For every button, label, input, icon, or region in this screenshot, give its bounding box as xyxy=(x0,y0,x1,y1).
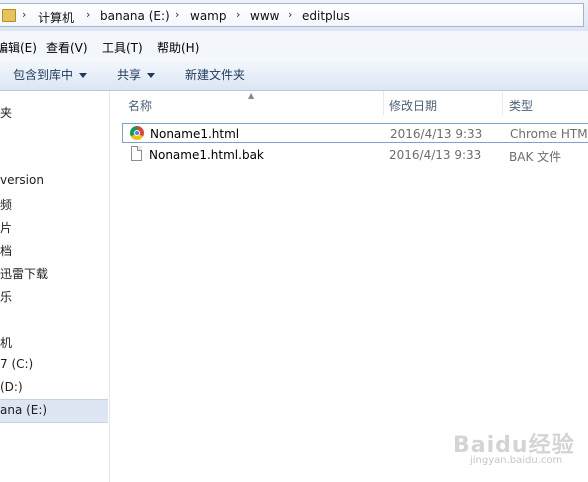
include-in-library-label: 包含到库中 xyxy=(13,68,74,82)
share-button[interactable]: 共享 xyxy=(117,66,156,83)
breadcrumb-wamp[interactable]: wamp xyxy=(190,9,226,23)
file-date: 2016/4/13 9:33 xyxy=(389,148,482,162)
nav-item-music[interactable]: 乐 xyxy=(0,288,12,305)
menu-bar: 编辑(E) 查看(V) 工具(T) 帮助(H) xyxy=(0,31,588,59)
nav-item-documents[interactable]: 档 xyxy=(0,242,12,259)
nav-item-drive-d[interactable]: (D:) xyxy=(0,380,23,394)
column-divider[interactable] xyxy=(502,91,503,115)
file-name: Noname1.html.bak xyxy=(149,148,264,162)
nav-item-pictures[interactable]: 片 xyxy=(0,219,12,236)
breadcrumb-computer[interactable]: 计算机 xyxy=(38,9,74,26)
file-name: Noname1.html xyxy=(150,127,240,141)
nav-item-favorites[interactable]: 夹 xyxy=(0,104,12,121)
nav-item-computer[interactable]: 机 xyxy=(0,334,12,351)
file-icon xyxy=(131,146,142,161)
file-row-noname1-html-bak[interactable]: Noname1.html.bak 2016/4/13 9:33 BAK 文件 xyxy=(122,145,588,165)
menu-tools[interactable]: 工具(T) xyxy=(102,39,143,56)
new-folder-button[interactable]: 新建文件夹 xyxy=(185,66,245,83)
chrome-icon xyxy=(130,126,144,140)
chevron-right-icon[interactable]: › xyxy=(236,8,240,21)
dropdown-arrow-icon xyxy=(79,73,88,78)
breadcrumb[interactable]: › 计算机 › banana (E:) › wamp › www › editp… xyxy=(0,3,584,27)
column-name[interactable]: 名称 xyxy=(128,97,152,114)
chevron-right-icon[interactable]: › xyxy=(22,8,26,21)
dropdown-arrow-icon xyxy=(147,73,156,78)
folder-icon xyxy=(2,9,16,22)
chevron-right-icon[interactable]: › xyxy=(175,8,179,21)
menu-edit[interactable]: 编辑(E) xyxy=(0,39,37,56)
chevron-right-icon[interactable]: › xyxy=(86,8,90,21)
file-type: Chrome HTML xyxy=(510,127,588,141)
breadcrumb-www[interactable]: www xyxy=(250,9,279,23)
navigation-pane: 夹 version 频 片 档 迅雷下载 乐 机 7 (C:) (D:) ana… xyxy=(0,91,110,482)
command-bar: 包含到库中 共享 新建文件夹 xyxy=(0,58,588,91)
menu-view[interactable]: 查看(V) xyxy=(46,39,88,56)
column-type[interactable]: 类型 xyxy=(509,97,533,114)
nav-item-drive-e[interactable]: ana (E:) xyxy=(0,403,47,417)
column-divider[interactable] xyxy=(383,91,384,115)
nav-item-videos[interactable]: 频 xyxy=(0,196,12,213)
file-type: BAK 文件 xyxy=(509,150,562,164)
sort-ascending-icon: ▲ xyxy=(248,91,255,100)
column-date-modified[interactable]: 修改日期 xyxy=(389,97,437,114)
column-header: ▲ 名称 修改日期 类型 xyxy=(110,91,588,116)
nav-item-version[interactable]: version xyxy=(0,173,44,187)
nav-item-drive-c[interactable]: 7 (C:) xyxy=(0,357,33,371)
file-row-noname1-html[interactable]: Noname1.html 2016/4/13 9:33 Chrome HTML xyxy=(122,123,588,143)
breadcrumb-editplus[interactable]: editplus xyxy=(302,9,350,23)
nav-item-thunder-downloads[interactable]: 迅雷下载 xyxy=(0,265,48,282)
menu-help[interactable]: 帮助(H) xyxy=(157,39,199,56)
baidu-watermark-url: jingyan.baidu.com xyxy=(470,455,563,466)
chevron-right-icon[interactable]: › xyxy=(288,8,292,21)
share-label: 共享 xyxy=(117,68,142,82)
address-bar: › 计算机 › banana (E:) › wamp › www › editp… xyxy=(0,0,588,32)
breadcrumb-banana-drive[interactable]: banana (E:) xyxy=(100,9,170,23)
include-in-library-button[interactable]: 包含到库中 xyxy=(13,66,88,83)
file-date: 2016/4/13 9:33 xyxy=(390,127,483,141)
